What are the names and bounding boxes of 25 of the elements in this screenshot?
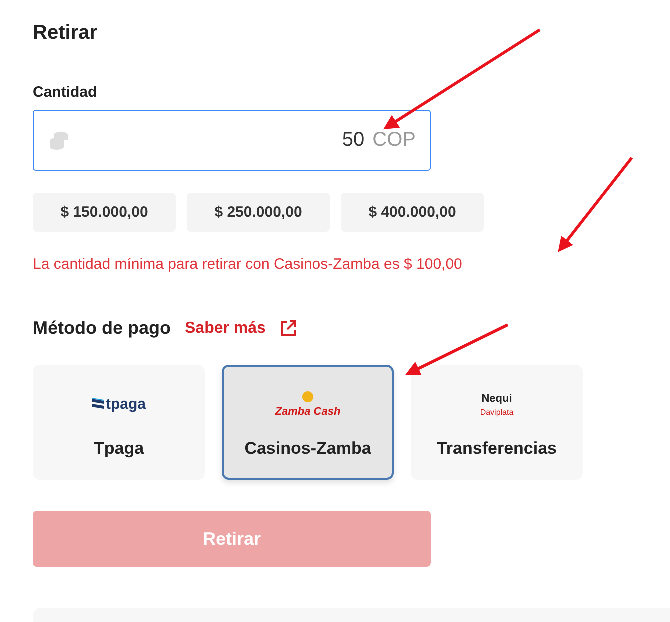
external-link-icon [280,320,297,337]
payment-method-label: Método de pago [33,318,171,339]
payment-method-card[interactable]: Zamba Cash Casinos-Zamba [222,365,394,480]
currency-label: COP [372,129,416,152]
amount-preset-button[interactable]: $ 150.000,00 [33,193,176,232]
payment-method-card[interactable]: tpaga Tpaga [33,365,205,480]
payment-method-card[interactable]: Nequi Daviplata Transferencias [411,365,583,480]
logo-text: Nequi [482,392,512,404]
coin-icon [300,391,315,403]
payment-method-name: Casinos-Zamba [244,438,372,458]
coins-icon [48,130,70,152]
logo-text: Zamba Cash [275,406,341,418]
stripes-icon [92,398,104,412]
amount-field[interactable]: 50 COP [33,110,431,171]
error-message: La cantidad mínima para retirar con Casinos-Zamba es $ 100,00 [33,256,464,275]
amount-preset-button[interactable]: $ 400.000,00 [341,193,484,232]
amount-input[interactable]: 50 [78,129,365,152]
logo-text: tpaga [106,396,146,413]
page-title: Retirar [33,21,98,46]
amount-preset-button[interactable]: $ 250.000,00 [187,193,330,232]
learn-more-link[interactable]: Saber más [185,320,297,338]
payment-method-name: Tpaga [94,438,144,458]
payment-method-name: Transferencias [436,438,557,458]
amount-label: Cantidad [33,84,98,101]
logo-text: Daviplata [480,408,514,416]
